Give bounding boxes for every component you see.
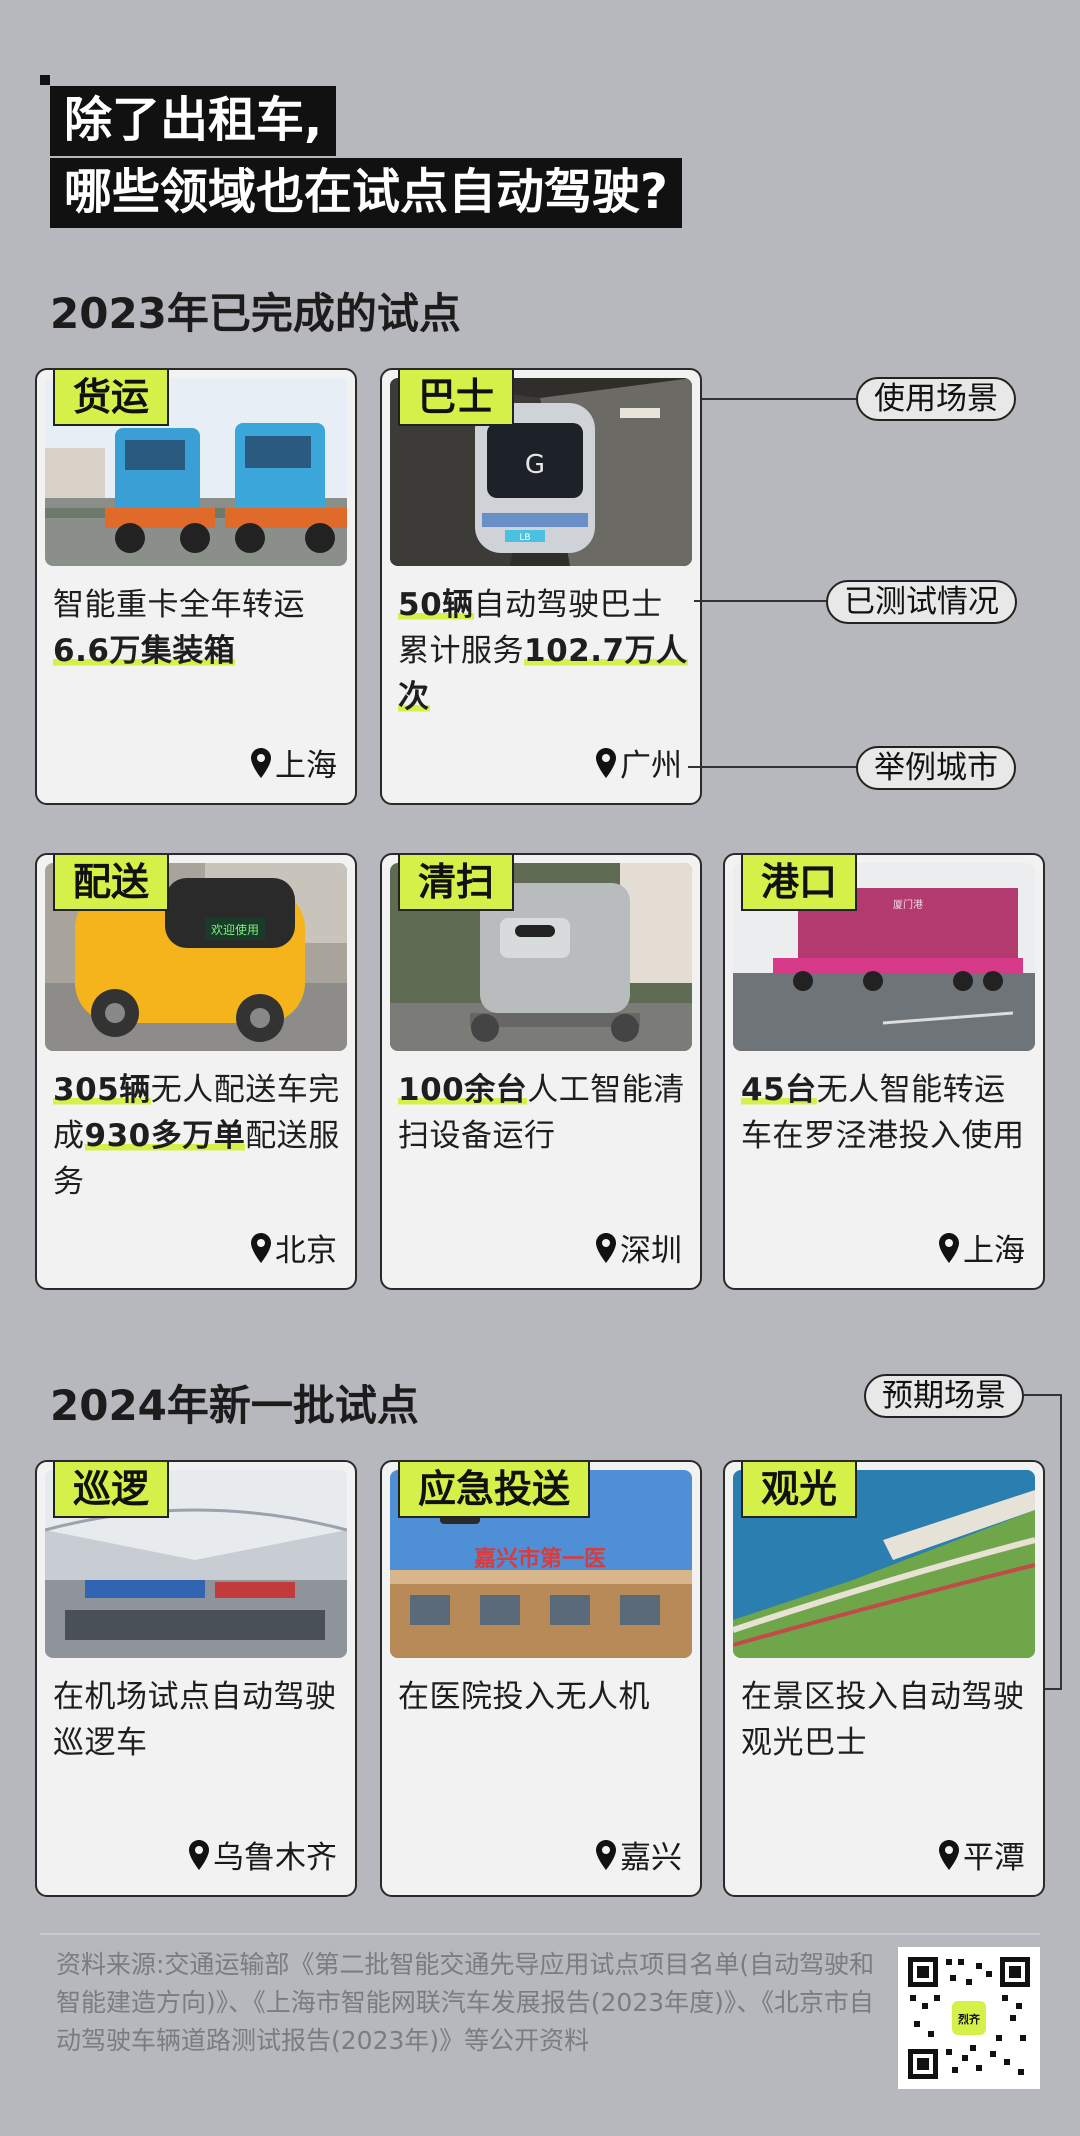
card-description: 100余台人工智能清扫设备运行 <box>398 1067 690 1159</box>
card-tag: 货运 <box>53 370 170 426</box>
source-note: 资料来源:交通运输部《第二批智能交通先导应用试点项目名单(自动驾驶和智能建造方向… <box>56 1950 875 2055</box>
city-name: 深圳 <box>620 1233 682 1269</box>
card-description: 305辆无人配送车完成930多万单配送服务 <box>53 1067 345 1205</box>
card-description: 在机场试点自动驾驶巡逻车 <box>53 1674 345 1766</box>
card-tag: 观光 <box>741 1462 858 1518</box>
description-text: 在机场试点自动驾驶巡逻车 <box>53 1679 337 1761</box>
callout-leader-line <box>688 766 858 768</box>
highlight-text: 305辆 <box>53 1072 151 1108</box>
card-tag: 巡逻 <box>53 1462 170 1518</box>
description-text: 在医院投入无人机 <box>398 1679 650 1715</box>
highlight-text: 6.6万集装箱 <box>53 633 236 669</box>
card-sightseeing: 观光 在景区投入自动驾驶观光巴士 平潭 <box>723 1460 1045 1897</box>
city-name: 上海 <box>275 748 337 784</box>
callout-expected: 预期场景 <box>864 1374 1024 1418</box>
card-city: 嘉兴 <box>596 1832 682 1877</box>
section-title-2024: 2024年新一批试点 <box>50 1381 419 1430</box>
section-title-2023: 2023年已完成的试点 <box>50 289 461 338</box>
card-emergency-delivery: 嘉兴市第一医 应急投送 在医院投入无人机 嘉兴 <box>380 1460 702 1897</box>
callout-leader-line <box>1060 1394 1062 1688</box>
card-port: 厦门港 港口 45台无人智能转运车在罗泾港投入使用 上海 <box>723 853 1045 1290</box>
page-title-line-2: 哪些领域也在试点自动驾驶? <box>50 158 682 228</box>
city-name: 北京 <box>275 1233 337 1269</box>
location-pin-icon <box>189 1839 209 1870</box>
qr-badge-text: 烈齐 <box>958 2012 981 2026</box>
city-name: 乌鲁木齐 <box>213 1840 337 1876</box>
location-pin-icon <box>251 747 271 778</box>
card-city: 平潭 <box>939 1832 1025 1877</box>
card-tag: 巴士 <box>398 370 515 426</box>
card-description: 在医院投入无人机 <box>398 1674 690 1720</box>
callout-city: 举例城市 <box>856 746 1016 790</box>
city-name: 广州 <box>620 748 682 784</box>
card-description: 智能重卡全年转运 6.6万集装箱 <box>53 582 345 674</box>
card-city: 上海 <box>251 740 337 785</box>
divider <box>40 1933 1040 1935</box>
description-text: 在景区投入自动驾驶观光巴士 <box>741 1679 1025 1761</box>
qr-code-icon: 烈齐 <box>906 1955 1032 2081</box>
highlight-text: 930多万单 <box>84 1118 246 1154</box>
card-patrol: 巡逻 在机场试点自动驾驶巡逻车 乌鲁木齐 <box>35 1460 357 1897</box>
card-city: 北京 <box>251 1225 337 1270</box>
city-name: 平潭 <box>963 1840 1025 1876</box>
highlight-text: 100余台 <box>398 1072 528 1108</box>
page-title-line-1: 除了出租车, <box>50 86 337 156</box>
card-tag: 应急投送 <box>398 1462 591 1518</box>
location-pin-icon <box>251 1232 271 1263</box>
callout-test: 已测试情况 <box>826 580 1017 624</box>
callout-scene: 使用场景 <box>856 377 1016 421</box>
card-tag: 配送 <box>53 855 170 911</box>
bus-sign-text: G <box>525 450 545 480</box>
card-city: 上海 <box>939 1225 1025 1270</box>
card-city: 广州 <box>596 740 682 785</box>
callout-leader-line <box>702 398 858 400</box>
location-pin-icon <box>596 1839 616 1870</box>
card-tag: 清扫 <box>398 855 515 911</box>
card-description: 45台无人智能转运车在罗泾港投入使用 <box>741 1067 1033 1159</box>
city-name: 上海 <box>963 1233 1025 1269</box>
card-city: 深圳 <box>596 1225 682 1270</box>
location-pin-icon <box>596 1232 616 1263</box>
card-tag: 港口 <box>741 855 858 911</box>
card-cleaning: 清扫 100余台人工智能清扫设备运行 深圳 <box>380 853 702 1290</box>
location-pin-icon <box>596 747 616 778</box>
callout-leader-line <box>694 600 828 602</box>
highlight-text: 50辆 <box>398 587 474 623</box>
hospital-sign-text: 嘉兴市第一医 <box>474 1546 606 1572</box>
callout-leader-line <box>1024 1394 1062 1396</box>
qr-code[interactable]: 烈齐 <box>898 1947 1040 2089</box>
card-description: 50辆自动驾驶巴士累计服务102.7万人次 <box>398 582 690 720</box>
card-freight: 货运 智能重卡全年转运 6.6万集装箱 上海 <box>35 368 357 805</box>
city-name: 嘉兴 <box>620 1840 682 1876</box>
corner-mark <box>40 75 50 85</box>
card-bus: G LB 巴士 50辆自动驾驶巴士累计服务102.7万人次 广州 <box>380 368 702 805</box>
description-text: 智能重卡全年转运 <box>53 587 305 623</box>
bus-plate-text: LB <box>519 533 530 543</box>
container-text: 厦门港 <box>893 898 923 911</box>
highlight-text: 45台 <box>741 1072 817 1108</box>
location-pin-icon <box>939 1839 959 1870</box>
card-delivery: 欢迎使用 配送 305辆无人配送车完成930多万单配送服务 北京 <box>35 853 357 1290</box>
card-description: 在景区投入自动驾驶观光巴士 <box>741 1674 1033 1766</box>
card-city: 乌鲁木齐 <box>189 1832 337 1877</box>
location-pin-icon <box>939 1232 959 1263</box>
delivery-screen-text: 欢迎使用 <box>211 922 259 937</box>
